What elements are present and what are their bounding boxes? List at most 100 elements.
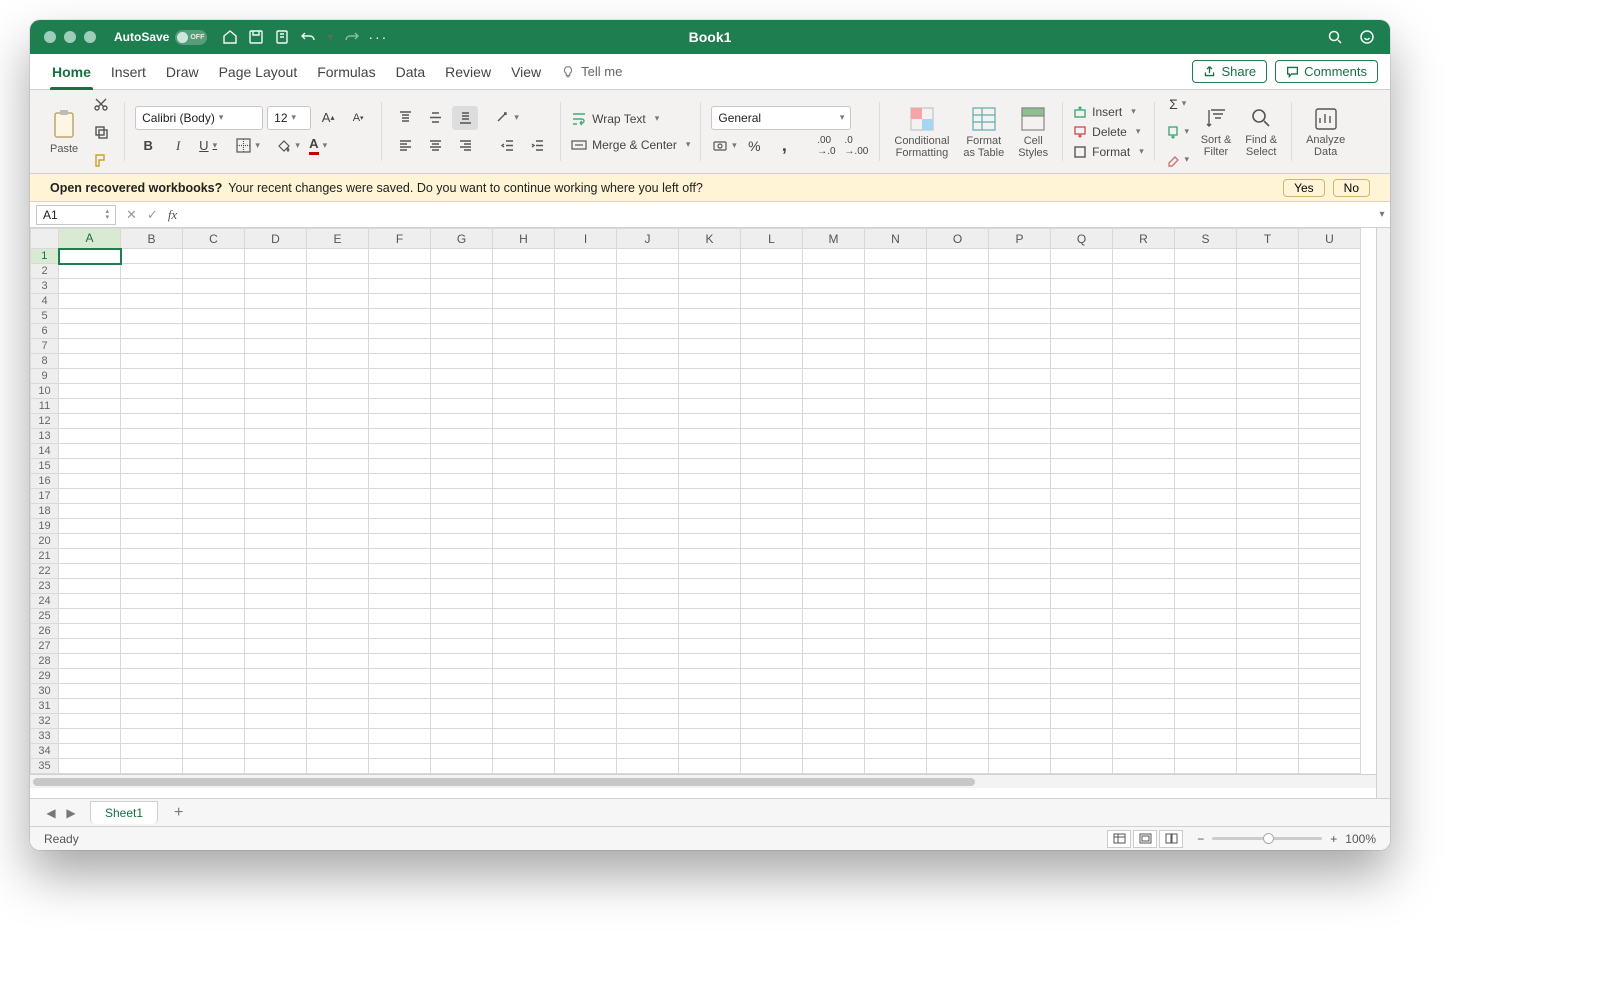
cell-I11[interactable] (555, 399, 617, 414)
cell-K31[interactable] (679, 699, 741, 714)
cell-G3[interactable] (431, 279, 493, 294)
cell-E26[interactable] (307, 624, 369, 639)
row-header-30[interactable]: 30 (31, 684, 59, 699)
cell-I31[interactable] (555, 699, 617, 714)
cell-R33[interactable] (1113, 729, 1175, 744)
cell-G26[interactable] (431, 624, 493, 639)
formula-input[interactable] (185, 205, 1374, 225)
cell-M35[interactable] (803, 759, 865, 774)
cell-N29[interactable] (865, 669, 927, 684)
cell-U12[interactable] (1299, 414, 1361, 429)
cell-S7[interactable] (1175, 339, 1237, 354)
cell-P26[interactable] (989, 624, 1051, 639)
cell-O3[interactable] (927, 279, 989, 294)
cell-N16[interactable] (865, 474, 927, 489)
cell-S18[interactable] (1175, 504, 1237, 519)
cell-N5[interactable] (865, 309, 927, 324)
cell-K29[interactable] (679, 669, 741, 684)
cell-P24[interactable] (989, 594, 1051, 609)
cell-E7[interactable] (307, 339, 369, 354)
cell-I5[interactable] (555, 309, 617, 324)
row-header-9[interactable]: 9 (31, 369, 59, 384)
cell-B23[interactable] (121, 579, 183, 594)
cell-R25[interactable] (1113, 609, 1175, 624)
cell-N8[interactable] (865, 354, 927, 369)
cell-E24[interactable] (307, 594, 369, 609)
cell-H18[interactable] (493, 504, 555, 519)
cell-P25[interactable] (989, 609, 1051, 624)
col-header-A[interactable]: A (59, 229, 121, 249)
cell-I7[interactable] (555, 339, 617, 354)
cell-U11[interactable] (1299, 399, 1361, 414)
cell-C27[interactable] (183, 639, 245, 654)
cell-M11[interactable] (803, 399, 865, 414)
cell-T16[interactable] (1237, 474, 1299, 489)
cell-L3[interactable] (741, 279, 803, 294)
cell-M2[interactable] (803, 264, 865, 279)
cell-H23[interactable] (493, 579, 555, 594)
cell-P4[interactable] (989, 294, 1051, 309)
cell-R11[interactable] (1113, 399, 1175, 414)
row-header-11[interactable]: 11 (31, 399, 59, 414)
cell-G5[interactable] (431, 309, 493, 324)
cell-B17[interactable] (121, 489, 183, 504)
wrap-text-button[interactable]: Wrap Text▾ (571, 111, 690, 127)
cell-L13[interactable] (741, 429, 803, 444)
cell-U16[interactable] (1299, 474, 1361, 489)
cell-E32[interactable] (307, 714, 369, 729)
cell-F6[interactable] (369, 324, 431, 339)
row-header-22[interactable]: 22 (31, 564, 59, 579)
cell-M6[interactable] (803, 324, 865, 339)
decrease-font-button[interactable]: A▾ (345, 106, 371, 130)
cell-J16[interactable] (617, 474, 679, 489)
col-header-K[interactable]: K (679, 229, 741, 249)
cell-R1[interactable] (1113, 249, 1175, 264)
cell-L30[interactable] (741, 684, 803, 699)
cell-N19[interactable] (865, 519, 927, 534)
cell-M13[interactable] (803, 429, 865, 444)
cell-F35[interactable] (369, 759, 431, 774)
cell-T31[interactable] (1237, 699, 1299, 714)
cell-S33[interactable] (1175, 729, 1237, 744)
cell-U27[interactable] (1299, 639, 1361, 654)
cell-P5[interactable] (989, 309, 1051, 324)
cell-S32[interactable] (1175, 714, 1237, 729)
cell-C12[interactable] (183, 414, 245, 429)
tab-home[interactable]: Home (42, 54, 101, 90)
cell-K2[interactable] (679, 264, 741, 279)
cell-D1[interactable] (245, 249, 307, 264)
cell-G30[interactable] (431, 684, 493, 699)
cell-D32[interactable] (245, 714, 307, 729)
cell-U7[interactable] (1299, 339, 1361, 354)
cell-A6[interactable] (59, 324, 121, 339)
cell-O20[interactable] (927, 534, 989, 549)
cell-P22[interactable] (989, 564, 1051, 579)
cell-D18[interactable] (245, 504, 307, 519)
msgbar-yes-button[interactable]: Yes (1283, 179, 1325, 197)
cell-K20[interactable] (679, 534, 741, 549)
cell-K26[interactable] (679, 624, 741, 639)
cell-O34[interactable] (927, 744, 989, 759)
cell-N14[interactable] (865, 444, 927, 459)
cell-S10[interactable] (1175, 384, 1237, 399)
cell-K8[interactable] (679, 354, 741, 369)
cell-N28[interactable] (865, 654, 927, 669)
cell-E35[interactable] (307, 759, 369, 774)
cell-I12[interactable] (555, 414, 617, 429)
cell-N2[interactable] (865, 264, 927, 279)
cell-K23[interactable] (679, 579, 741, 594)
cell-E14[interactable] (307, 444, 369, 459)
cell-C32[interactable] (183, 714, 245, 729)
tab-formulas[interactable]: Formulas (307, 54, 385, 90)
cell-O30[interactable] (927, 684, 989, 699)
cell-O17[interactable] (927, 489, 989, 504)
cell-I22[interactable] (555, 564, 617, 579)
col-header-C[interactable]: C (183, 229, 245, 249)
cell-O12[interactable] (927, 414, 989, 429)
col-header-O[interactable]: O (927, 229, 989, 249)
cell-C23[interactable] (183, 579, 245, 594)
cell-K4[interactable] (679, 294, 741, 309)
select-all-corner[interactable] (31, 229, 59, 249)
row-header-17[interactable]: 17 (31, 489, 59, 504)
cell-T30[interactable] (1237, 684, 1299, 699)
